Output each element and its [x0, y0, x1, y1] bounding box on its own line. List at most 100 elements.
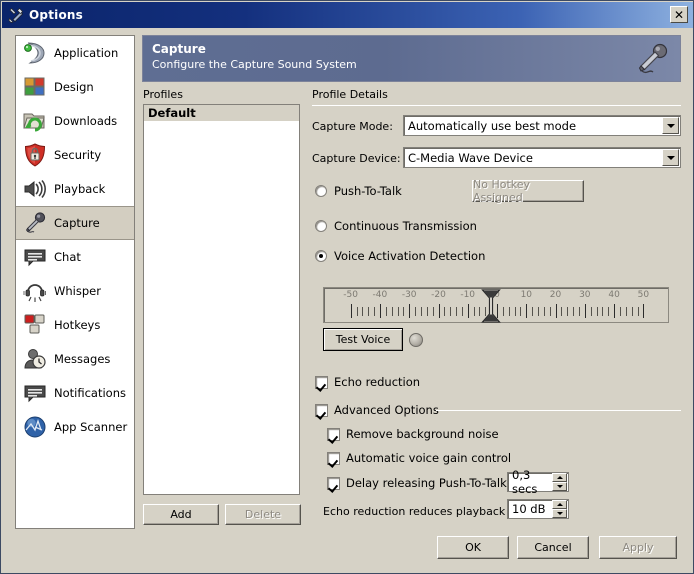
meter-tick-minor [532, 307, 534, 316]
cancel-button[interactable]: Cancel [517, 536, 589, 559]
apply-button[interactable]: Apply [599, 536, 677, 559]
checkbox-icon [315, 403, 328, 417]
sidebar-item-downloads[interactable]: Downloads [16, 104, 134, 138]
sidebar-item-security[interactable]: Security [16, 138, 134, 172]
checkbox-label: Automatic voice gain control [346, 451, 512, 465]
sidebar: Application Design Downloads Security Pl… [15, 35, 135, 529]
microphone-icon [632, 41, 672, 79]
sidebar-item-label: Whisper [54, 284, 101, 298]
meter-tick-minor [514, 307, 516, 316]
stepper-down-icon[interactable] [552, 482, 567, 491]
sidebar-item-capture[interactable]: Capture [16, 206, 134, 240]
app-scanner-icon [20, 413, 50, 441]
meter-tick-minor [362, 307, 364, 316]
ok-button[interactable]: OK [437, 536, 509, 559]
stepper-buttons[interactable] [552, 500, 567, 518]
profiles-label: Profiles [143, 88, 183, 101]
meter-tick-minor [420, 307, 422, 316]
checkbox-remove-background-noise[interactable]: Remove background noise [327, 427, 499, 441]
checkbox-advanced-options[interactable]: Advanced Options [315, 403, 439, 417]
delete-button[interactable]: Delete [225, 504, 301, 525]
capture-mode-select[interactable]: Automatically use best mode [403, 115, 681, 136]
sidebar-item-design[interactable]: Design [16, 70, 134, 104]
checkbox-automatic-voice-gain-control[interactable]: Automatic voice gain control [327, 451, 511, 465]
close-icon[interactable]: ✕ [670, 6, 688, 23]
notifications-icon [20, 379, 50, 407]
meter-tick-minor [596, 307, 598, 316]
meter-tick-minor [567, 307, 569, 316]
stepper-buttons[interactable] [552, 473, 567, 491]
sidebar-item-chat[interactable]: Chat [16, 240, 134, 274]
checkbox-echo-reduction[interactable]: Echo reduction [315, 375, 420, 389]
meter-tick-minor [368, 307, 370, 316]
add-button[interactable]: Add [143, 504, 219, 525]
hotkey-button[interactable]: No Hotkey Assigned [472, 178, 584, 204]
echo-playback-stepper[interactable]: 10 dB [507, 499, 569, 519]
voice-activation-slider[interactable]: -50 -40 -30 -20 -10 0 10 20 30 40 50 [323, 287, 669, 323]
list-item[interactable]: Default [144, 105, 299, 121]
stepper-down-icon[interactable] [552, 509, 567, 518]
chat-bubble-icon [20, 243, 50, 271]
banner-title: Capture [152, 42, 206, 56]
meter-tick-minor [508, 307, 510, 316]
meter-tick-major [526, 304, 528, 318]
checkbox-icon [327, 451, 340, 465]
sidebar-item-playback[interactable]: Playback [16, 172, 134, 206]
profile-details-label: Profile Details [312, 88, 388, 101]
chevron-down-icon[interactable] [662, 117, 679, 134]
checkbox-label: Remove background noise [346, 427, 499, 441]
meter-tick-minor [461, 307, 463, 316]
stepper-up-icon[interactable] [552, 473, 567, 482]
profiles-list[interactable]: Default [143, 104, 300, 495]
meter-tick-label: -20 [431, 290, 446, 300]
meter-tick-minor [573, 307, 575, 316]
checkbox-icon [315, 375, 328, 389]
advanced-group-divider [436, 410, 681, 411]
sidebar-item-label: Downloads [54, 114, 118, 128]
sidebar-item-label: Messages [54, 352, 111, 366]
meter-tick-minor [444, 307, 446, 316]
meter-tick-minor [473, 307, 475, 316]
sidebar-item-hotkeys[interactable]: Hotkeys [16, 308, 134, 342]
meter-tick-major [409, 304, 411, 318]
checkbox-label: Delay releasing Push-To-Talk: [346, 476, 511, 490]
stepper-up-icon[interactable] [552, 500, 567, 509]
banner-subtitle: Configure the Capture Sound System [152, 58, 357, 71]
meter-tick-major [350, 304, 352, 318]
capture-device-select[interactable]: C-Media Wave Device [403, 147, 681, 168]
meter-tick-minor [637, 307, 639, 316]
meter-tick-minor [549, 307, 551, 316]
sidebar-item-label: Capture [54, 216, 100, 230]
meter-tick-label: 20 [549, 290, 562, 300]
meter-tick-minor [590, 307, 592, 316]
meter-tick-minor [625, 307, 627, 316]
delay-ptt-stepper[interactable]: 0,3 secs [507, 468, 569, 496]
radio-push-to-talk[interactable]: Push-To-Talk [315, 184, 402, 198]
meter-tick-label: 50 [637, 290, 650, 300]
meter-tick-major [614, 304, 616, 318]
meter-tick-minor [391, 307, 393, 316]
chevron-down-icon[interactable] [662, 149, 679, 166]
sidebar-item-app-scanner[interactable]: App Scanner [16, 410, 134, 444]
hotkeys-icon [20, 311, 50, 339]
checkbox-delay-releasing-push-to-talk[interactable]: Delay releasing Push-To-Talk: [327, 476, 511, 490]
radio-icon [315, 185, 327, 197]
meter-tick-label: 30 [579, 290, 591, 300]
sidebar-item-messages[interactable]: Messages [16, 342, 134, 376]
meter-tick-minor [619, 307, 621, 316]
slider-thumb[interactable] [481, 289, 502, 323]
sidebar-item-application[interactable]: Application [16, 36, 134, 70]
radio-voice-activation-detection[interactable]: Voice Activation Detection [315, 249, 485, 263]
capture-device-label: Capture Device: [312, 152, 401, 165]
radio-continuous-transmission[interactable]: Continuous Transmission [315, 219, 477, 233]
sidebar-item-whisper[interactable]: Whisper [16, 274, 134, 308]
sidebar-item-notifications[interactable]: Notifications [16, 376, 134, 410]
sidebar-item-label: App Scanner [54, 420, 128, 434]
meter-tick-label: -40 [372, 290, 388, 300]
test-voice-button[interactable]: Test Voice [323, 328, 403, 351]
echo-playback-value: 10 dB [512, 502, 546, 516]
meter-tick-minor [579, 307, 580, 316]
meter-tick-minor [502, 307, 504, 316]
meter-tick-minor [608, 307, 610, 316]
window-title: Options [29, 8, 83, 22]
